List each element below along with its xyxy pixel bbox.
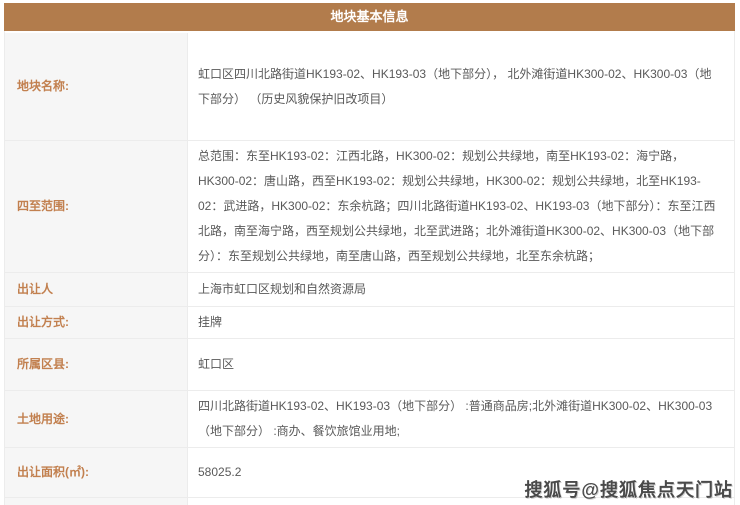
table-row-transferor: 出让人 上海市虹口区规划和自然资源局 [5,273,734,307]
field-label: 容积率: [5,498,188,505]
table-row-boundaries: 四至范围: 总范围：东至HK193-02：江西北路，HK300-02：规划公共绿… [5,141,734,273]
field-value: 四川北路街道HK193-02、HK193-03（地下部分） :普通商品房;北外滩… [188,391,734,447]
field-label: 出让面积(㎡): [5,448,188,497]
field-value-text: 四川北路街道HK193-02、HK193-03（地下部分） :普通商品房;北外滩… [198,394,718,444]
field-value: 总范围：东至HK193-02：江西北路，HK300-02：规划公共绿地，南至HK… [188,141,734,272]
field-value: 虹口区四川北路街道HK193-02、HK193-03（地下部分）， 北外滩街道H… [188,33,734,140]
field-label: 四至范围: [5,141,188,272]
field-label: 地块名称: [5,33,188,140]
field-value-text: 上海市虹口区规划和自然资源局 [198,277,366,302]
field-value: 挂牌 [188,307,734,338]
page: 地块基本信息 地块名称: 虹口区四川北路街道HK193-02、HK193-03（… [0,0,740,505]
field-value-text: 虹口区 [198,352,234,377]
table-row-parcel-name: 地块名称: 虹口区四川北路街道HK193-02、HK193-03（地下部分）， … [5,33,734,141]
table-title: 地块基本信息 [4,3,735,31]
field-value: 上海市虹口区规划和自然资源局 [188,273,734,306]
field-label: 出让人 [5,273,188,306]
field-label: 出让方式: [5,307,188,338]
field-label: 所属区县: [5,339,188,390]
table-row-transfer-method: 出让方式: 挂牌 [5,307,734,339]
watermark: 搜狐号@搜狐焦点天门站 [524,476,733,502]
field-value: 虹口区 [188,339,734,390]
field-value-text: 58025.2 [198,460,241,485]
table-row-land-use: 土地用途: 四川北路街道HK193-02、HK193-03（地下部分） :普通商… [5,391,734,448]
land-info-table: 地块基本信息 地块名称: 虹口区四川北路街道HK193-02、HK193-03（… [4,3,735,505]
field-label: 土地用途: [5,391,188,447]
field-value-text: 挂牌 [198,310,222,335]
field-value-text: 总范围：东至HK193-02：江西北路，HK300-02：规划公共绿地，南至HK… [198,144,718,269]
field-value-text: 虹口区四川北路街道HK193-02、HK193-03（地下部分）， 北外滩街道H… [198,62,718,112]
table-row-district: 所属区县: 虹口区 [5,339,734,391]
